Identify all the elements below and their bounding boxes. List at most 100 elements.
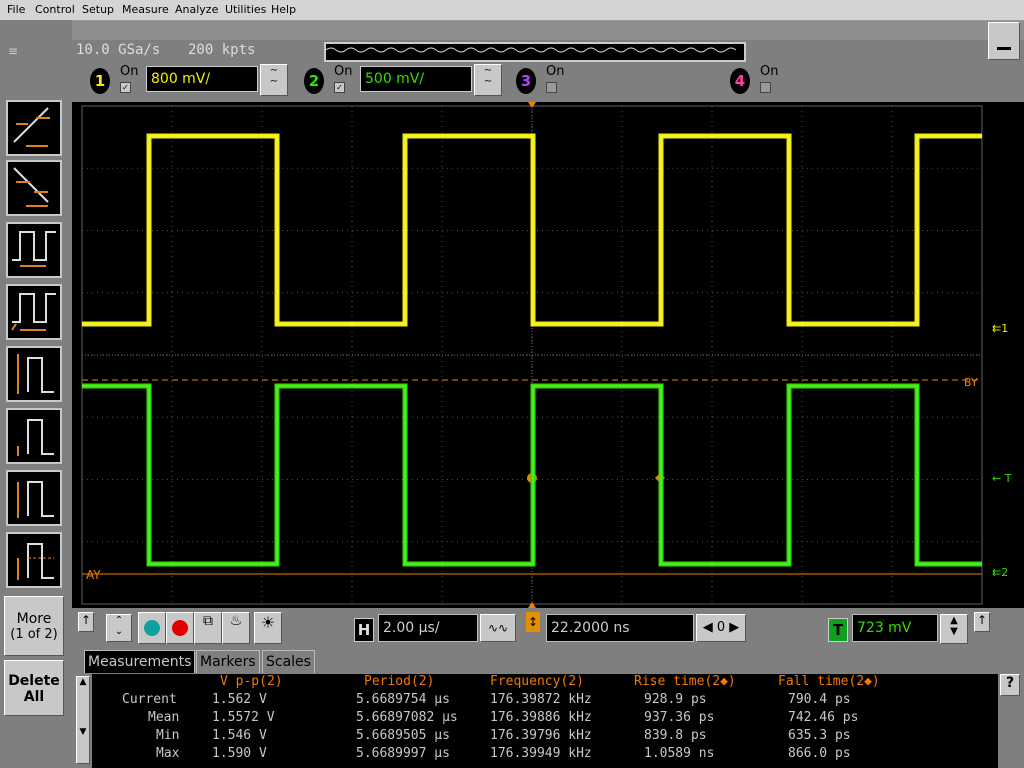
- graticule: [81, 102, 983, 608]
- single-icon: ⧉: [203, 613, 213, 629]
- control-bar: ↑ ⌃ ⌄ ⧉ ♨ ☀ H 2.00 µs/ ∿∿ ↕ 22.2000 ns ◀ …: [72, 608, 1024, 648]
- single-button[interactable]: ⧉: [194, 612, 222, 644]
- channel-1-scale[interactable]: 800 mV/: [146, 66, 258, 92]
- channel-3-badge[interactable]: 3: [516, 68, 536, 94]
- delay-marker-icon[interactable]: ↕: [526, 612, 540, 632]
- vpp-measure-button[interactable]: [6, 346, 62, 402]
- delay-field[interactable]: 22.2000 ns: [546, 614, 694, 642]
- channel-1-checkbox[interactable]: ✓: [120, 82, 131, 93]
- toolbar-grip-icon[interactable]: ≡: [8, 44, 22, 58]
- rise-time-measure-button[interactable]: [6, 100, 62, 156]
- channel-2-ground-marker[interactable]: ⇇2: [992, 566, 1008, 579]
- autoscale-button[interactable]: ♨: [222, 612, 250, 644]
- scroll-up-icon[interactable]: ↑: [78, 612, 94, 632]
- delay-zero-label: 0: [716, 620, 726, 635]
- channel-1-coupling-spinner[interactable]: ∼ ∼: [260, 64, 288, 96]
- trigger-level-field[interactable]: 723 mV: [852, 614, 938, 642]
- cell-vpp: 1.5572 V: [212, 710, 275, 725]
- scroll-up-right-icon[interactable]: ↑: [974, 612, 990, 632]
- channel-2-scale[interactable]: 500 mV/: [360, 66, 472, 92]
- channel-1-on-label: On: [120, 64, 139, 79]
- row-label: Min: [156, 728, 180, 743]
- zoom-spinner[interactable]: ⌃ ⌄: [106, 614, 132, 642]
- row-label: Max: [156, 746, 180, 761]
- channel-2-coupling-spinner[interactable]: ∼ ∼: [474, 64, 502, 96]
- cell-fall: 635.3 ps: [788, 728, 851, 743]
- timebase-spinner[interactable]: ∿∿: [480, 614, 516, 642]
- channel-2-trace: [82, 383, 982, 567]
- more-label: More: [16, 611, 52, 627]
- vmin-icon: [17, 419, 54, 456]
- header-frequency[interactable]: Frequency(2): [490, 674, 584, 689]
- vmin-measure-button[interactable]: [6, 408, 62, 464]
- menu-utilities[interactable]: Utilities: [225, 3, 266, 16]
- frequency-measure-button[interactable]: [6, 284, 62, 340]
- trigger-badge[interactable]: T: [828, 618, 848, 642]
- vpp-icon: [17, 354, 54, 394]
- channel-4-on-label: On: [760, 64, 779, 79]
- channel-bar: 1 On ✓ 800 mV/ ∼ ∼ 2 On ✓ 500 mV/ ∼ ∼ 3 On…: [72, 62, 1024, 102]
- meas-scrollbar[interactable]: ▲ ▼: [76, 676, 90, 764]
- fall-time-measure-button[interactable]: [6, 160, 62, 216]
- menu-setup[interactable]: Setup: [82, 3, 114, 16]
- vtop-icon: [17, 543, 54, 580]
- cell-vpp: 1.546 V: [212, 728, 267, 743]
- trigger-level-marker[interactable]: ← T: [992, 472, 1011, 485]
- menu-control[interactable]: Control: [35, 3, 75, 16]
- waveform-overview[interactable]: [324, 42, 746, 62]
- tab-measurements[interactable]: Measurements: [84, 650, 196, 673]
- vtop-measure-button[interactable]: [6, 532, 62, 588]
- menu-measure[interactable]: Measure: [122, 3, 169, 16]
- header-rise-time[interactable]: Rise time(2◆): [634, 674, 736, 689]
- help-button[interactable]: ?: [1000, 674, 1020, 696]
- cell-fall: 866.0 ps: [788, 746, 851, 761]
- stop-button[interactable]: [166, 612, 194, 644]
- marker-strip: ⇇1 BY ← T ⇇2: [964, 102, 1024, 608]
- channel-1-badge[interactable]: 1: [90, 68, 110, 94]
- menu-help[interactable]: Help: [271, 3, 296, 16]
- delete-label-2: All: [23, 689, 45, 705]
- cell-rise: 1.0589 ns: [644, 746, 715, 761]
- delay-stepper[interactable]: ◀ 0 ▶: [696, 614, 746, 642]
- cell-fall: 742.46 ps: [788, 710, 859, 725]
- menu-analyze[interactable]: Analyze: [175, 3, 218, 16]
- vamp-measure-button[interactable]: [6, 470, 62, 526]
- header-period[interactable]: Period(2): [364, 674, 434, 689]
- more-button[interactable]: More (1 of 2): [4, 596, 64, 656]
- waveform-display[interactable]: [72, 102, 990, 608]
- channel-2-badge[interactable]: 2: [304, 68, 324, 94]
- cell-vpp: 1.590 V: [212, 746, 267, 761]
- delete-all-button[interactable]: Delete All: [4, 660, 64, 716]
- period-measure-button[interactable]: [6, 222, 62, 278]
- header-vpp[interactable]: V p-p(2): [220, 674, 283, 689]
- channel-3-checkbox[interactable]: [546, 82, 557, 93]
- delete-label: Delete: [8, 673, 60, 689]
- run-button[interactable]: [138, 612, 166, 644]
- minimize-button[interactable]: [988, 22, 1020, 60]
- tab-markers[interactable]: Markers: [196, 650, 260, 673]
- cell-vpp: 1.562 V: [212, 692, 267, 707]
- cell-frequency: 176.39872 kHz: [490, 692, 592, 707]
- marker-a-y-label: AY: [86, 568, 101, 582]
- time-per-div-field[interactable]: 2.00 µs/: [378, 614, 478, 642]
- minimize-icon: [997, 47, 1011, 50]
- fall-edge-icon: [13, 167, 49, 207]
- trigger-level-spinner[interactable]: ▲ ▼: [940, 614, 968, 644]
- tab-scales[interactable]: Scales: [262, 650, 315, 673]
- memory-depth: 200 kpts: [188, 42, 256, 58]
- channel-2-checkbox[interactable]: ✓: [334, 82, 345, 93]
- brightness-button[interactable]: ☀: [254, 612, 282, 644]
- cell-rise: 839.8 ps: [644, 728, 707, 743]
- channel-4-badge[interactable]: 4: [730, 68, 750, 94]
- horizontal-badge[interactable]: H: [354, 618, 374, 642]
- menu-file[interactable]: File: [7, 3, 25, 16]
- header-fall-time[interactable]: Fall time(2◆): [778, 674, 880, 689]
- overview-wave-icon: [325, 47, 737, 53]
- cell-frequency: 176.39949 kHz: [490, 746, 592, 761]
- channel-3-on-label: On: [546, 64, 565, 79]
- sun-icon: ☀: [260, 613, 276, 632]
- channel-1-ground-marker[interactable]: ⇇1: [992, 322, 1008, 335]
- channel-4-checkbox[interactable]: [760, 82, 771, 93]
- table-row: Current 1.562 V 5.6689754 µs 176.39872 k…: [92, 692, 998, 710]
- cell-period: 5.6689997 µs: [356, 746, 450, 761]
